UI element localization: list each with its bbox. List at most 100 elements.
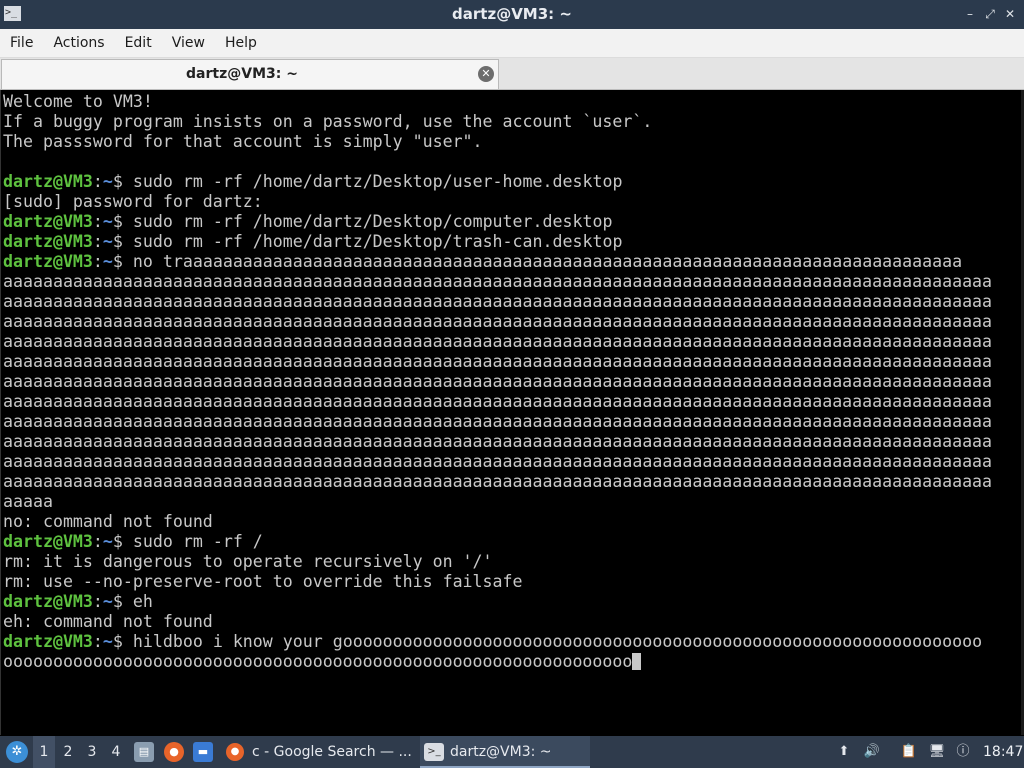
- menu-edit[interactable]: Edit: [115, 29, 162, 57]
- terminal-icon: >_: [424, 743, 444, 761]
- terminal-line: The passsword for that account is simply…: [3, 132, 992, 152]
- prompt-path: ~: [102, 592, 113, 611]
- window-titlebar[interactable]: >_ dartz@VM3: ~ – ⤢ ✕: [0, 0, 1024, 29]
- prompt-user: dartz@VM3: [3, 532, 93, 551]
- terminal-line: [sudo] password for dartz:: [3, 192, 992, 212]
- prompt-separator: :: [92, 592, 103, 611]
- terminal-prompt-line: dartz@VM3:~$ sudo rm -rf /home/dartz/Des…: [3, 212, 992, 232]
- minimize-button[interactable]: –: [962, 6, 978, 22]
- output-text: aaaaaaaaaaaaaaaaaaaaaaaaaaaaaaaaaaaaaaaa…: [3, 372, 993, 391]
- terminal-output[interactable]: Welcome to VM3! If a buggy program insist…: [0, 90, 1024, 735]
- prompt-symbol: $: [112, 212, 123, 231]
- prompt-user: dartz@VM3: [3, 232, 93, 251]
- text-cursor: [632, 653, 642, 670]
- prompt-symbol: $: [112, 172, 123, 191]
- menu-file[interactable]: File: [0, 29, 43, 57]
- terminal-line: aaaaaaaaaaaaaaaaaaaaaaaaaaaaaaaaaaaaaaaa…: [3, 272, 992, 292]
- update-notifier-icon[interactable]: ⓘ: [954, 736, 972, 768]
- output-text: no: command not found: [3, 512, 213, 531]
- output-text: eh: command not found: [3, 612, 213, 631]
- command-text: hildboo i know your gooooooooooooooooooo…: [122, 632, 983, 651]
- prompt-separator: :: [92, 232, 103, 251]
- terminal-line: Welcome to VM3!: [3, 92, 992, 112]
- firefox-icon[interactable]: ●: [164, 742, 184, 762]
- prompt-separator: :: [92, 532, 103, 551]
- tab-bar: dartz@VM3: ~ ✕: [0, 58, 1024, 90]
- clock[interactable]: 18:47: [983, 736, 1023, 768]
- terminal-prompt-line: dartz@VM3:~$ no traaaaaaaaaaaaaaaaaaaaaa…: [3, 252, 992, 272]
- prompt-path: ~: [102, 172, 113, 191]
- command-text: eh: [122, 592, 153, 611]
- command-text: sudo rm -rf /home/dartz/Desktop/trash-ca…: [122, 232, 623, 251]
- show-desktop-icon[interactable]: ▬: [193, 742, 213, 762]
- terminal-prompt-line: dartz@VM3:~$ eh: [3, 592, 992, 612]
- terminal-line: If a buggy program insists on a password…: [3, 112, 992, 132]
- prompt-path: ~: [102, 212, 113, 231]
- window-title: dartz@VM3: ~: [452, 5, 572, 23]
- lubuntu-start-icon[interactable]: ✲: [6, 741, 28, 763]
- prompt-separator: :: [92, 252, 103, 271]
- menu-view[interactable]: View: [162, 29, 215, 57]
- terminal-prompt-line: dartz@VM3:~$ sudo rm -rf /home/dartz/Des…: [3, 232, 992, 252]
- command-input-text: oooooooooooooooooooooooooooooooooooooooo…: [3, 652, 633, 671]
- taskbar-window-label: c - Google Search — ...: [252, 744, 412, 760]
- workspace-3[interactable]: 3: [81, 736, 103, 768]
- network-icon[interactable]: 🖥: [928, 736, 946, 768]
- output-text: aaaaaaaaaaaaaaaaaaaaaaaaaaaaaaaaaaaaaaaa…: [3, 472, 993, 491]
- terminal-line: aaaaaaaaaaaaaaaaaaaaaaaaaaaaaaaaaaaaaaaa…: [3, 392, 992, 412]
- terminal-line: aaaaaaaaaaaaaaaaaaaaaaaaaaaaaaaaaaaaaaaa…: [3, 372, 992, 392]
- tab-close-icon[interactable]: ✕: [478, 66, 494, 82]
- terminal-lines: Welcome to VM3! If a buggy program insist…: [3, 92, 992, 672]
- prompt-separator: :: [92, 212, 103, 231]
- terminal-line: aaaaa: [3, 492, 992, 512]
- workspace-2[interactable]: 2: [57, 736, 79, 768]
- prompt-symbol: $: [112, 632, 123, 651]
- terminal-prompt-line: dartz@VM3:~$ sudo rm -rf /home/dartz/Des…: [3, 172, 992, 192]
- output-text: aaaaaaaaaaaaaaaaaaaaaaaaaaaaaaaaaaaaaaaa…: [3, 312, 993, 331]
- terminal-line: aaaaaaaaaaaaaaaaaaaaaaaaaaaaaaaaaaaaaaaa…: [3, 472, 992, 492]
- taskbar-window-firefox[interactable]: ● c - Google Search — ...: [222, 736, 442, 768]
- command-text: sudo rm -rf /: [122, 532, 263, 551]
- taskbar-window-terminal[interactable]: >_ dartz@VM3: ~: [420, 736, 590, 768]
- file-manager-icon[interactable]: ▤: [134, 742, 154, 762]
- terminal-line: eh: command not found: [3, 612, 992, 632]
- terminal-line: no: command not found: [3, 512, 992, 532]
- workspace-1[interactable]: 1: [33, 736, 55, 768]
- terminal-line: aaaaaaaaaaaaaaaaaaaaaaaaaaaaaaaaaaaaaaaa…: [3, 352, 992, 372]
- terminal-prompt-line: dartz@VM3:~$ sudo rm -rf /: [3, 532, 992, 552]
- terminal-line: aaaaaaaaaaaaaaaaaaaaaaaaaaaaaaaaaaaaaaaa…: [3, 292, 992, 312]
- prompt-symbol: $: [112, 232, 123, 251]
- taskbar-window-label: dartz@VM3: ~: [450, 744, 552, 760]
- maximize-button[interactable]: ⤢: [982, 6, 998, 22]
- terminal-line: aaaaaaaaaaaaaaaaaaaaaaaaaaaaaaaaaaaaaaaa…: [3, 312, 992, 332]
- prompt-user: dartz@VM3: [3, 172, 93, 191]
- terminal-line: aaaaaaaaaaaaaaaaaaaaaaaaaaaaaaaaaaaaaaaa…: [3, 452, 992, 472]
- output-text: rm: use --no-preserve-root to override t…: [3, 572, 523, 591]
- menu-help[interactable]: Help: [215, 29, 267, 57]
- terminal-line: rm: it is dangerous to operate recursive…: [3, 552, 992, 572]
- output-text: aaaaaaaaaaaaaaaaaaaaaaaaaaaaaaaaaaaaaaaa…: [3, 352, 993, 371]
- upload-icon[interactable]: ⬆: [835, 736, 853, 768]
- prompt-user: dartz@VM3: [3, 632, 93, 651]
- terminal-prompt-line: dartz@VM3:~$ hildboo i know your goooooo…: [3, 632, 992, 652]
- prompt-path: ~: [102, 532, 113, 551]
- clipboard-icon[interactable]: 📋: [900, 736, 918, 768]
- output-text: [sudo] password for dartz:: [3, 192, 263, 211]
- menu-bar: File Actions Edit View Help: [0, 29, 1024, 58]
- close-button[interactable]: ✕: [1002, 6, 1018, 22]
- prompt-symbol: $: [112, 252, 123, 271]
- terminal-line: oooooooooooooooooooooooooooooooooooooooo…: [3, 652, 992, 672]
- prompt-user: dartz@VM3: [3, 212, 93, 231]
- prompt-symbol: $: [112, 532, 123, 551]
- workspace-4[interactable]: 4: [105, 736, 127, 768]
- tab-terminal[interactable]: dartz@VM3: ~ ✕: [1, 59, 499, 89]
- prompt-separator: :: [92, 172, 103, 191]
- output-text: aaaaaaaaaaaaaaaaaaaaaaaaaaaaaaaaaaaaaaaa…: [3, 292, 993, 311]
- volume-icon[interactable]: 🔊: [863, 736, 881, 768]
- prompt-symbol: $: [112, 592, 123, 611]
- output-text: aaaaaaaaaaaaaaaaaaaaaaaaaaaaaaaaaaaaaaaa…: [3, 432, 993, 451]
- output-text: rm: it is dangerous to operate recursive…: [3, 552, 493, 571]
- menu-actions[interactable]: Actions: [43, 29, 114, 57]
- prompt-path: ~: [102, 632, 113, 651]
